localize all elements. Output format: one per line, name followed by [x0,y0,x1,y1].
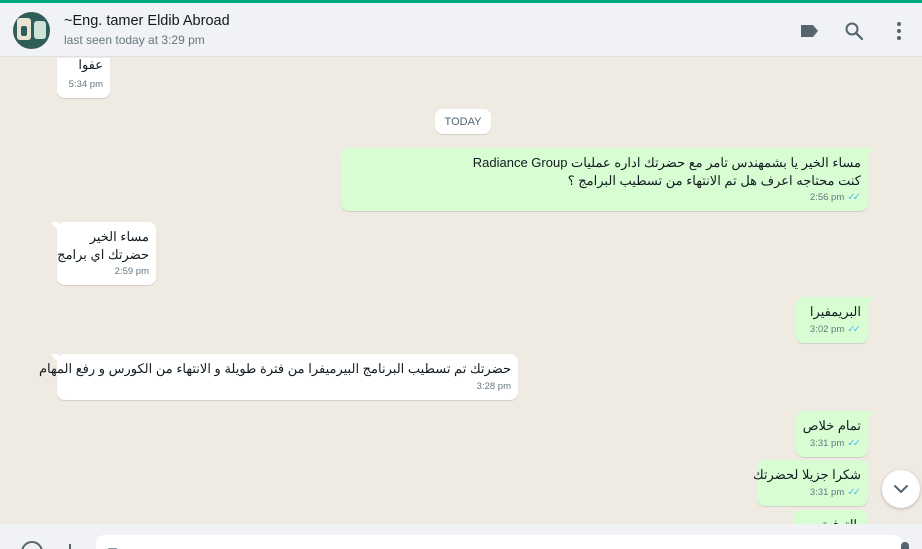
double-check-icon: ✓✓ [847,438,861,449]
avatar-image-part [34,21,46,39]
message-input[interactable]: T [96,535,902,549]
label-icon[interactable] [797,19,821,43]
bubble-tail [866,297,874,307]
message-time-text: 3:31 pm [809,438,845,449]
message-text: حضرتك اي برامج [57,247,149,262]
message-time-text: 3:31 pm [809,487,845,498]
emoji-icon[interactable] [20,540,44,549]
message-time-text: 3:28 pm [476,381,511,392]
contact-name[interactable]: ~Eng. tamer Eldib Abroad [64,13,230,29]
message-text: بالتوفيق [802,516,861,524]
microphone-icon[interactable] [893,540,917,549]
chat-header[interactable]: ~Eng. tamer Eldib Abroad last seen today… [0,3,922,57]
message-time-text: 3:02 pm [809,324,845,335]
message-bubble-outgoing[interactable]: مساء الخير يا بشمهندس تامر مع حضرتك ادار… [341,148,874,211]
contact-avatar[interactable] [13,12,50,49]
message-time-text: 2:59 pm [114,266,149,277]
message-time: 3:28 pm [477,378,511,396]
message-text: عفوا [78,58,103,72]
menu-icon[interactable] [887,19,911,43]
attach-icon[interactable] [58,540,82,549]
message-bubble-incoming[interactable]: مساء الخير حضرتك اي برامج 2:59 pm [51,222,156,285]
message-text: البريمفيرا [809,304,861,319]
bubble-tail [866,148,874,158]
message-bubble-outgoing[interactable]: تمام خلاص 3:31 pm ✓✓ [796,411,874,457]
message-text: كنت محتاجه اعرف هل تم الانتهاء من تسطيب … [567,173,861,188]
message-time: 2:56 pm ✓✓ [810,189,861,207]
message-text: مساء الخير [89,229,149,244]
message-bubble-incoming[interactable]: حضرتك تم تسطيب البرنامج البيرميفرا من فت… [39,354,518,400]
date-divider: TODAY [435,109,491,134]
message-bubble-outgoing[interactable]: البريمفيرا 3:02 pm ✓✓ [796,297,874,343]
message-time: 2:59 pm [115,263,149,281]
message-time: 3:31 pm ✓✓ [810,484,861,502]
message-text: حضرتك تم تسطيب البرنامج البيرميفرا من فت… [39,361,511,376]
message-text: شكرا جزيلا لحضرتك [752,467,861,482]
message-text: مساء الخير يا بشمهندس تامر مع حضرتك ادار… [472,155,861,170]
double-check-icon: ✓✓ [847,192,861,203]
scroll-to-bottom-button[interactable] [882,470,920,508]
message-time-text: 5:34 pm [68,79,103,90]
bubble-tail [51,222,59,232]
message-time: 3:31 pm ✓✓ [810,435,861,453]
chevron-down-icon [894,485,908,493]
message-time: 3:02 pm ✓✓ [810,321,861,339]
message-list[interactable]: عفوا 5:34 pm TODAY مساء الخير يا بشمهندس… [0,58,922,524]
avatar-image-part [21,26,27,36]
contact-last-seen: last seen today at 3:29 pm [64,33,205,47]
bubble-tail [51,354,59,364]
message-bubble-incoming[interactable]: عفوا 5:34 pm [57,58,110,98]
search-icon[interactable] [842,19,866,43]
message-bubble-outgoing[interactable]: بالتوفيق [793,510,868,524]
message-bubble-outgoing[interactable]: شكرا جزيلا لحضرتك 3:31 pm ✓✓ [752,460,868,506]
double-check-icon: ✓✓ [847,324,861,335]
message-time-text: 2:56 pm [809,192,845,203]
double-check-icon: ✓✓ [847,487,861,498]
bubble-tail [866,411,874,421]
message-time: 5:34 pm [69,76,103,94]
composer-bar[interactable]: T [0,524,922,549]
message-text: تمام خلاص [802,418,861,433]
